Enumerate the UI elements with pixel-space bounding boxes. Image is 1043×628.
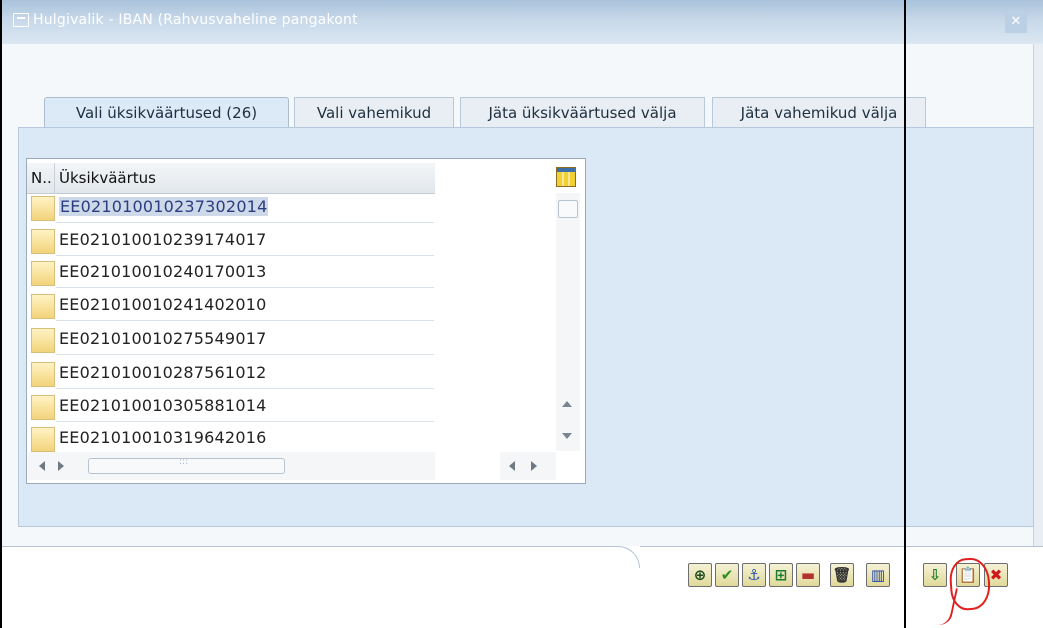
value-text: EE021010010239174017 — [59, 230, 267, 249]
tab-select-ranges[interactable]: Vali vahemikud — [294, 97, 454, 127]
window-title: Hulgivalik - IBAN (Rahvusvaheline pangak… — [33, 12, 358, 28]
vertical-scroll-thumb[interactable] — [558, 200, 578, 218]
cancel-icon: ✖ — [989, 566, 1003, 584]
column-header-n[interactable]: N.. — [31, 169, 52, 187]
table-row[interactable]: EE021010010241402010 — [27, 291, 435, 321]
annotation-left-border — [0, 0, 2, 628]
vertical-scrollbar[interactable] — [556, 193, 580, 451]
value-text: EE021010010305881014 — [59, 396, 267, 415]
row-selector[interactable] — [31, 395, 55, 420]
tab-exclude-ranges[interactable]: Jäta vahemikud välja — [712, 97, 926, 127]
annotation-vertical-line — [904, 0, 906, 628]
footer-divider-curve — [0, 546, 640, 568]
window-menu-icon[interactable] — [13, 13, 29, 27]
table-row[interactable]: EE021010010239174017 — [27, 226, 435, 256]
upload-clipboard-icon: ⇩ — [928, 566, 942, 584]
tab-exclude-single-values[interactable]: Jäta üksikväärtused välja — [460, 97, 705, 127]
value-text: EE021010010240170013 — [59, 262, 267, 281]
value-cell[interactable]: EE021010010241402010 — [56, 291, 434, 321]
sap-multiple-selection-dialog: Hulgivalik - IBAN (Rahvusvaheline pangak… — [0, 0, 1043, 628]
scroll-down-arrow-icon[interactable] — [562, 433, 572, 439]
upload-from-clipboard-button[interactable]: ⇩ — [923, 563, 947, 587]
scroll-left-arrow-icon[interactable] — [509, 461, 515, 471]
delete-line-icon: ▬ — [800, 566, 816, 584]
add-line-icon: ⊞ — [774, 566, 788, 584]
insert-line-button[interactable]: ⊞ — [769, 563, 793, 587]
column-header-single-value[interactable]: Üksikväärtus — [59, 169, 156, 187]
scroll-right-arrow-icon[interactable] — [58, 461, 64, 471]
value-cell[interactable]: EE021010010305881014 — [56, 392, 434, 422]
close-button[interactable]: ✕ — [1005, 11, 1027, 33]
value-text: EE021010010237302014 — [59, 197, 269, 216]
footer-divider-line — [640, 546, 1043, 547]
value-cell[interactable]: EE021010010287561012 — [56, 359, 434, 389]
table-row[interactable]: EE021010010240170013 — [27, 258, 435, 288]
row-selector[interactable] — [31, 362, 55, 387]
value-cell[interactable]: EE021010010319642016 — [56, 424, 434, 454]
table-settings-icon[interactable] — [556, 167, 576, 187]
title-bar[interactable]: Hulgivalik - IBAN (Rahvusvaheline pangak… — [0, 0, 1043, 44]
column-divider[interactable] — [54, 163, 55, 193]
value-cell[interactable]: EE021010010237302014 — [56, 193, 434, 223]
checkmark-icon: ✔ — [720, 566, 734, 584]
horizontal-scrollbar[interactable] — [28, 452, 435, 480]
execute-icon: ⊕ — [693, 566, 707, 584]
execute-search-icon: ⚓ — [747, 566, 761, 584]
scroll-right-arrow-icon[interactable] — [531, 461, 537, 471]
row-selector[interactable] — [31, 229, 55, 254]
table-row[interactable]: EE021010010319642016 — [27, 424, 435, 454]
table-row[interactable]: EE021010010305881014 — [27, 392, 435, 422]
import-text-file-button[interactable]: ▥ — [866, 563, 890, 587]
delete-all-button[interactable]: 🗑 — [830, 563, 854, 587]
horizontal-scrollbar-secondary[interactable] — [500, 452, 556, 480]
table-row[interactable]: EE021010010287561012 — [27, 359, 435, 389]
scroll-up-arrow-icon[interactable] — [562, 401, 572, 407]
value-text: EE021010010241402010 — [59, 295, 267, 314]
table-header: N.. Üksikväärtus — [27, 163, 435, 194]
execute-button[interactable]: ⊕ — [688, 563, 712, 587]
row-selector[interactable] — [31, 261, 55, 286]
table-row[interactable]: EE021010010275549017 — [27, 325, 435, 355]
table-row[interactable]: EE021010010237302014 — [27, 193, 435, 223]
import-text-icon: ▥ — [870, 566, 886, 584]
ok-button[interactable]: ✔ — [715, 563, 739, 587]
delete-line-button[interactable]: ▬ — [796, 563, 820, 587]
value-cell[interactable]: EE021010010239174017 — [56, 226, 434, 256]
row-selector[interactable] — [31, 196, 55, 221]
row-selector[interactable] — [31, 294, 55, 319]
value-text: EE021010010287561012 — [59, 363, 267, 382]
row-selector[interactable] — [31, 427, 55, 452]
background-window-strip — [1033, 44, 1043, 546]
horizontal-scroll-thumb[interactable] — [88, 457, 285, 474]
value-cell[interactable]: EE021010010240170013 — [56, 258, 434, 288]
execute-search-button[interactable]: ⚓ — [742, 563, 766, 587]
scroll-left-arrow-icon[interactable] — [39, 461, 45, 471]
tab-select-single-values[interactable]: Vali üksikväärtused (26) — [44, 97, 289, 127]
value-cell[interactable]: EE021010010275549017 — [56, 325, 434, 355]
trash-icon: 🗑 — [832, 566, 852, 584]
value-text: EE021010010275549017 — [59, 329, 267, 348]
row-selector[interactable] — [31, 328, 55, 353]
value-text: EE021010010319642016 — [59, 428, 267, 447]
